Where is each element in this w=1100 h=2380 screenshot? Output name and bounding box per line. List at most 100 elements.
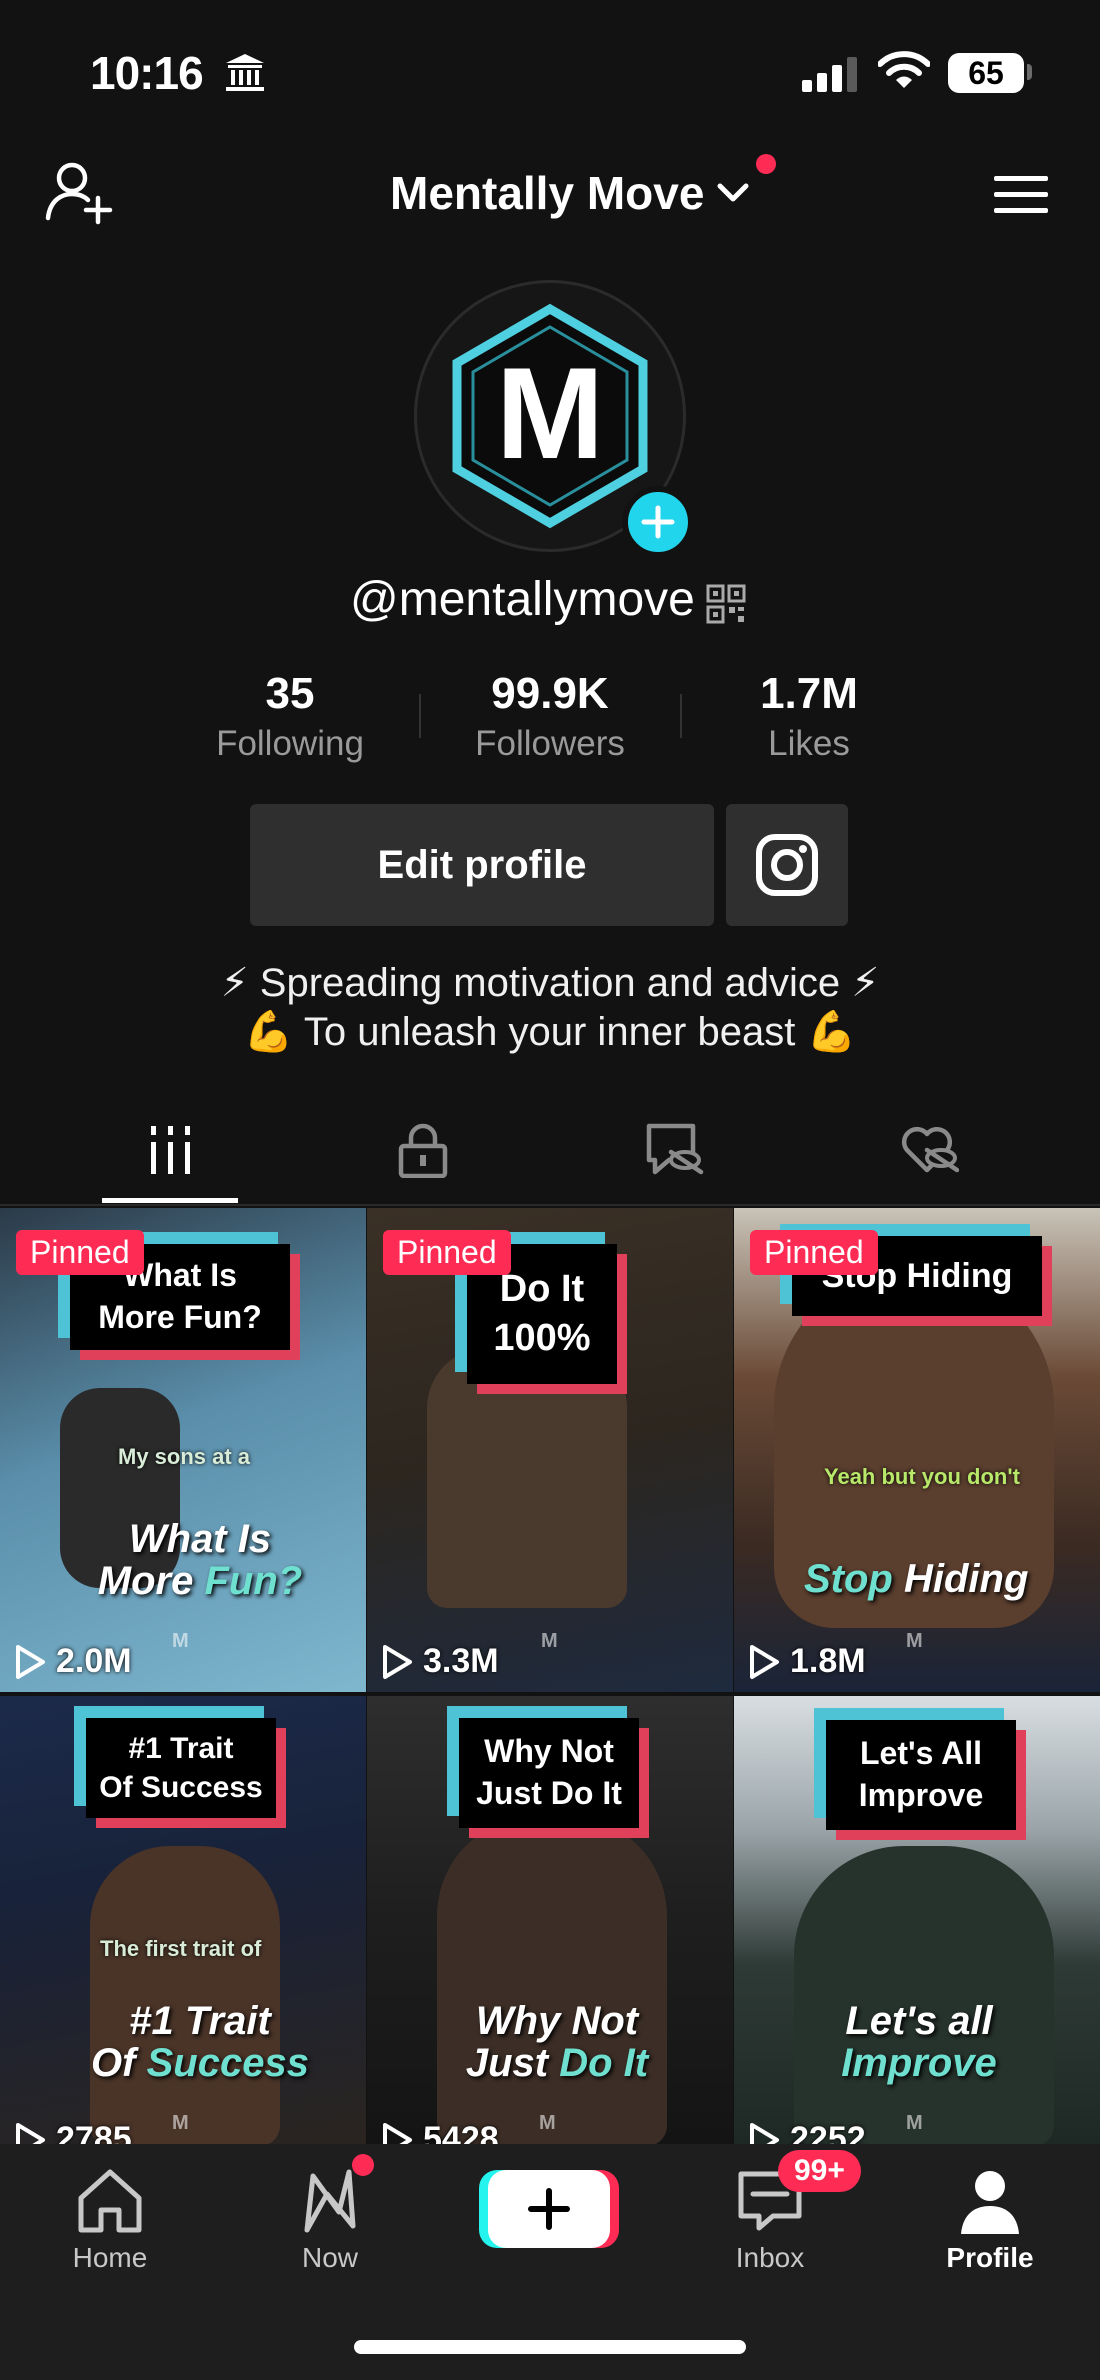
- now-notification-dot: [352, 2154, 374, 2176]
- view-count: 3.3M: [381, 1642, 499, 1681]
- notification-dot: [756, 154, 776, 174]
- tab-private[interactable]: [378, 1110, 468, 1190]
- nav-home[interactable]: Home: [30, 2164, 190, 2274]
- nav-home-label: Home: [72, 2242, 148, 2273]
- avatar-letter: M: [496, 340, 604, 486]
- tab-videos[interactable]: [126, 1110, 216, 1190]
- video-tile[interactable]: Do It 100% Pinned 3.3M M: [367, 1208, 733, 1692]
- tab-liked[interactable]: [884, 1110, 974, 1190]
- create-button[interactable]: [488, 2170, 610, 2248]
- nav-now[interactable]: Now: [250, 2164, 410, 2274]
- video-caption: What Is More Fun?: [97, 1517, 303, 1603]
- following-label: Following: [216, 724, 364, 763]
- add-avatar-button[interactable]: [622, 486, 694, 558]
- person-shape: [427, 1348, 627, 1608]
- video-tile[interactable]: Let's All Improve Let's all Improve 2252 M: [734, 1696, 1100, 2144]
- page-title[interactable]: Mentally Move: [390, 166, 704, 220]
- view-count: 2252: [748, 2120, 866, 2144]
- tabs-divider: [0, 1204, 1100, 1206]
- lock-icon: [398, 1123, 448, 1178]
- video-caption-small: My sons at a: [118, 1444, 251, 1469]
- view-count: 2.0M: [14, 1642, 132, 1681]
- status-bar: 10:16 65: [0, 0, 1100, 150]
- view-count: 5428: [381, 2120, 499, 2144]
- play-icon: [383, 2122, 412, 2144]
- pinned-badge: Pinned: [750, 1230, 878, 1275]
- instagram-icon: [756, 834, 818, 896]
- bank-icon: [226, 54, 264, 91]
- pinned-badge: Pinned: [16, 1230, 144, 1275]
- followers-count: 99.9K: [491, 669, 609, 718]
- plus-icon: [641, 505, 675, 539]
- battery-indicator: 65: [948, 53, 1024, 93]
- bio-line-2: 💪 To unleash your inner beast 💪: [243, 1010, 857, 1054]
- followers-label: Followers: [475, 724, 625, 763]
- stat-divider: [419, 694, 421, 738]
- stat-likes[interactable]: 1.7M Likes: [699, 668, 919, 764]
- home-icon: [78, 2169, 142, 2233]
- person-shape: [90, 1846, 280, 2144]
- play-icon: [750, 2122, 779, 2144]
- play-icon: [16, 1644, 45, 1679]
- stat-divider: [680, 694, 682, 738]
- watermark: M: [906, 2112, 923, 2134]
- videos-grid-icon: [151, 1126, 190, 1174]
- profile-icon: [961, 2171, 1019, 2234]
- edit-profile-button[interactable]: Edit profile: [250, 804, 714, 926]
- bio-line-1: ⚡ Spreading motivation and advice ⚡: [220, 961, 880, 1005]
- video-tile[interactable]: Stop Hiding Pinned Yeah but you don't St…: [734, 1208, 1100, 1692]
- video-caption-small: The first trait of: [100, 1936, 262, 1961]
- video-caption: #1 Trait Of Success: [91, 1999, 309, 2085]
- menu-icon[interactable]: [992, 172, 1050, 218]
- stat-followers[interactable]: 99.9K Followers: [440, 668, 660, 764]
- person-shape: [794, 1846, 1054, 2144]
- home-indicator[interactable]: [354, 2340, 746, 2354]
- plus-icon: [528, 2188, 570, 2230]
- nav-profile-label: Profile: [946, 2242, 1034, 2273]
- status-time: 10:16: [90, 47, 204, 99]
- pinned-badge: Pinned: [383, 1230, 511, 1275]
- video-caption-small: Yeah but you don't: [824, 1464, 1020, 1489]
- reposts-hidden-icon: [646, 1123, 704, 1175]
- title-card: Why Not Just Do It: [459, 1718, 639, 1828]
- instagram-button[interactable]: [726, 804, 848, 926]
- title-card: #1 Trait Of Success: [86, 1718, 276, 1818]
- video-tile[interactable]: What Is More Fun? Pinned My sons at a Wha…: [0, 1208, 366, 1692]
- signal-icon: [802, 57, 857, 92]
- watermark: M: [172, 2112, 189, 2134]
- video-caption: Stop Hiding: [804, 1557, 1029, 1601]
- active-tab-indicator: [102, 1198, 238, 1203]
- wifi-icon: [878, 51, 930, 88]
- title-card: Let's All Improve: [826, 1720, 1016, 1830]
- nav-profile[interactable]: Profile: [910, 2164, 1070, 2274]
- qr-code-icon[interactable]: [706, 584, 746, 624]
- watermark: M: [541, 1630, 558, 1652]
- inbox-badge: 99+: [778, 2150, 861, 2192]
- person-shape: [437, 1816, 667, 2144]
- chevron-down-icon[interactable]: [716, 180, 750, 206]
- video-tile[interactable]: Why Not Just Do It Why Not Just Do It 5428…: [367, 1696, 733, 2144]
- nav-inbox-label: Inbox: [735, 2242, 805, 2273]
- play-icon: [16, 2122, 45, 2144]
- following-count: 35: [265, 669, 315, 718]
- add-user-icon[interactable]: [44, 160, 114, 226]
- video-caption: Let's all Improve: [841, 1999, 997, 2085]
- view-count: 1.8M: [748, 1642, 866, 1681]
- likes-label: Likes: [768, 724, 850, 763]
- video-tile[interactable]: #1 Trait Of Success The first trait of #1…: [0, 1696, 366, 2144]
- watermark: M: [539, 2112, 556, 2134]
- play-icon: [383, 1644, 412, 1679]
- view-count: 2785: [14, 2120, 132, 2144]
- likes-count: 1.7M: [760, 669, 858, 718]
- watermark: M: [906, 1630, 923, 1652]
- tab-reposts[interactable]: [630, 1110, 720, 1190]
- battery-tip: [1027, 64, 1032, 80]
- nav-now-label: Now: [301, 2242, 358, 2273]
- liked-hidden-icon: [901, 1126, 959, 1173]
- video-caption: Why Not Just Do It: [465, 1999, 649, 2085]
- username: @mentallymove: [350, 573, 695, 626]
- play-icon: [750, 1644, 779, 1679]
- now-icon: [304, 2169, 356, 2233]
- stat-following[interactable]: 35 Following: [180, 668, 400, 764]
- watermark: M: [172, 1630, 189, 1652]
